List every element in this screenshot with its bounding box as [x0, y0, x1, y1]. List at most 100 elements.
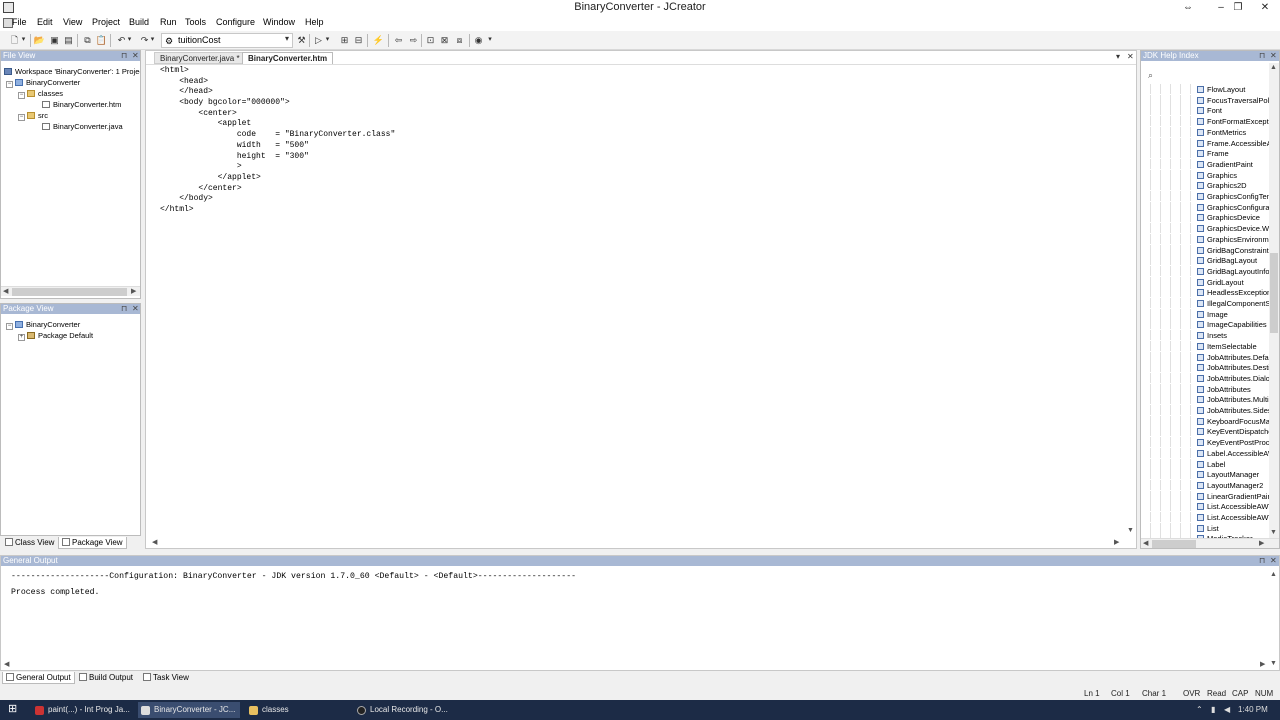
scroll-right-icon[interactable]: ▶: [1259, 539, 1264, 547]
help-list-item[interactable]: JobAttributes.SidesType: [1141, 405, 1269, 416]
help-list-item[interactable]: ImageCapabilities: [1141, 319, 1267, 330]
chevron-down-icon[interactable]: ▾: [149, 34, 156, 47]
jdk-help-vscrollbar[interactable]: ▲ ▼: [1269, 63, 1279, 538]
tree-item-project[interactable]: − BinaryConverter: [6, 78, 80, 89]
help-list-item[interactable]: ItemSelectable: [1141, 340, 1257, 352]
tab-package-view[interactable]: Package View: [58, 537, 127, 549]
code-editor[interactable]: BinaryConverter.java * BinaryConverter.h…: [145, 50, 1137, 549]
scroll-down-icon[interactable]: ▼: [1270, 660, 1277, 667]
help-list-item[interactable]: Graphics: [1141, 169, 1237, 181]
copy-icon[interactable]: ⧉: [81, 34, 94, 47]
help-list-item[interactable]: FontMetrics: [1141, 126, 1246, 138]
menu-project[interactable]: Project: [92, 17, 120, 27]
editor-vscrollbar[interactable]: ▼: [1126, 65, 1136, 539]
editor-hscrollbar[interactable]: ◀ ▶: [146, 538, 1136, 548]
volume-icon[interactable]: ◀: [1224, 705, 1230, 714]
collapse-icon[interactable]: −: [6, 323, 13, 330]
open-folder-icon[interactable]: 📂: [33, 34, 46, 47]
scroll-up-icon[interactable]: ▲: [1270, 571, 1277, 578]
output-vscrollbar[interactable]: ▲ ▼: [1269, 568, 1279, 670]
toolbar-overflow-icon[interactable]: ▾: [486, 34, 494, 47]
help-list-item[interactable]: List.AccessibleAWTList: [1141, 501, 1269, 512]
paste-icon[interactable]: 📋: [95, 34, 108, 47]
tree-item-package[interactable]: + Package Default: [18, 331, 93, 342]
scroll-thumb[interactable]: [1152, 540, 1196, 548]
chevron-down-icon[interactable]: ▾: [20, 34, 27, 47]
pin-icon[interactable]: ⊓: [121, 304, 127, 314]
help-list-item[interactable]: Frame.AccessibleAWTFrame: [1141, 137, 1269, 149]
tree-item-htm-file[interactable]: BinaryConverter.htm: [42, 100, 121, 111]
help-list-item[interactable]: LinearGradientPaint: [1141, 490, 1269, 502]
chevron-down-icon[interactable]: ▾: [285, 34, 289, 43]
help-list-item[interactable]: GridBagLayout: [1141, 255, 1257, 266]
scroll-right-icon[interactable]: ▶: [1114, 538, 1119, 546]
help-list-item[interactable]: GradientPaint: [1141, 158, 1253, 170]
help-list-item[interactable]: Label: [1141, 458, 1225, 470]
scroll-left-icon[interactable]: ◀: [3, 287, 8, 295]
tab-java-file[interactable]: BinaryConverter.java *: [154, 52, 246, 64]
restore-arrows-icon[interactable]: ⇔: [1175, 0, 1201, 16]
config-combo[interactable]: ⚙ tuitionCost ▾: [161, 33, 293, 48]
help-list-item[interactable]: JobAttributes.DefaultSelectionType: [1141, 351, 1269, 363]
maximize-button[interactable]: ❐: [1225, 0, 1251, 16]
help-list-item[interactable]: Insets: [1141, 330, 1227, 341]
output-text[interactable]: --------------------Configuration: Binar…: [11, 572, 576, 597]
help-list-item[interactable]: GraphicsConfiguration: [1141, 201, 1269, 213]
scroll-up-icon[interactable]: ▲: [1270, 64, 1277, 71]
scroll-left-icon[interactable]: ◀: [1143, 539, 1148, 547]
window-layout-icon[interactable]: ⊡: [424, 34, 437, 47]
tree-item-project[interactable]: − BinaryConverter: [6, 320, 80, 331]
menu-build[interactable]: Build: [129, 17, 149, 27]
tray-arrow-icon[interactable]: ⌃: [1196, 705, 1203, 714]
help-list-item[interactable]: GraphicsConfigTemplate: [1141, 191, 1269, 202]
close-button[interactable]: ✕: [1252, 0, 1278, 16]
file-view-hscrollbar[interactable]: ◀ ▶: [1, 286, 140, 296]
help-list-item[interactable]: FontFormatException: [1141, 116, 1269, 127]
close-icon[interactable]: ✕: [132, 51, 139, 61]
taskbar-item-classes[interactable]: classes: [246, 702, 346, 718]
scroll-down-icon[interactable]: ▼: [1270, 529, 1277, 536]
help-list-item[interactable]: Label.AccessibleAWTLabel: [1141, 447, 1269, 459]
scroll-down-icon[interactable]: ▼: [1127, 527, 1134, 534]
help-list-item[interactable]: Frame: [1141, 148, 1229, 159]
help-list-item[interactable]: GridBagConstraints: [1141, 244, 1269, 256]
help-list-item[interactable]: List.AccessibleAWTList.AccessibleAWTList…: [1141, 512, 1269, 523]
taskbar-item-recording[interactable]: Local Recording - O...: [354, 702, 454, 718]
tree-item-src[interactable]: − src: [18, 111, 48, 122]
help-icon[interactable]: ◉: [472, 34, 485, 47]
help-search-icon[interactable]: ⌕: [1148, 70, 1153, 81]
forward-arrow-icon[interactable]: ⇨: [407, 34, 420, 47]
tree-item-java-file[interactable]: BinaryConverter.java: [42, 122, 123, 133]
close-icon[interactable]: ✕: [1127, 52, 1134, 61]
tab-task-view[interactable]: Task View: [140, 672, 192, 684]
help-list-item[interactable]: JobAttributes.DialogType: [1141, 372, 1269, 384]
scroll-thumb[interactable]: [12, 288, 127, 296]
help-list-item[interactable]: KeyboardFocusManager: [1141, 415, 1269, 427]
help-list-item[interactable]: GridBagLayoutInfo: [1141, 265, 1269, 277]
collapse-icon[interactable]: −: [6, 81, 13, 88]
help-list-item[interactable]: LayoutManager2: [1141, 479, 1263, 491]
scroll-right-icon[interactable]: ▶: [1260, 660, 1265, 668]
tab-build-output[interactable]: Build Output: [76, 672, 136, 684]
taskbar-item-jcreator[interactable]: BinaryConverter - JC...: [138, 702, 240, 718]
scroll-thumb[interactable]: [1270, 253, 1278, 333]
help-list-item[interactable]: Graphics2D: [1141, 180, 1247, 191]
help-list-item[interactable]: FlowLayout: [1141, 84, 1245, 95]
help-list-item[interactable]: IllegalComponentStateException: [1141, 298, 1269, 309]
tools-icon[interactable]: ⚡: [372, 34, 385, 47]
code-text[interactable]: <html> <head> </head> <body bgcolor="000…: [160, 66, 395, 216]
scroll-left-icon[interactable]: ◀: [152, 538, 157, 546]
collapse-icon[interactable]: −: [18, 114, 25, 121]
help-list-item[interactable]: JobAttributes.MultipleDocumentHandlingTy…: [1141, 394, 1269, 405]
chevron-down-icon[interactable]: ▾: [126, 34, 133, 47]
close-icon[interactable]: ✕: [132, 304, 139, 314]
save-all-icon[interactable]: ▤: [62, 34, 75, 47]
tab-class-view[interactable]: Class View: [2, 537, 57, 549]
scroll-left-icon[interactable]: ◀: [4, 660, 9, 668]
back-arrow-icon[interactable]: ⇦: [392, 34, 405, 47]
help-list-item[interactable]: List: [1141, 522, 1219, 534]
help-list-item[interactable]: JobAttributes: [1141, 383, 1251, 395]
taskbar-item-paint[interactable]: paint(...) - Int Prog Ja...: [32, 702, 132, 718]
menu-help[interactable]: Help: [305, 17, 324, 27]
windows-start-icon[interactable]: ⊞: [8, 704, 19, 715]
